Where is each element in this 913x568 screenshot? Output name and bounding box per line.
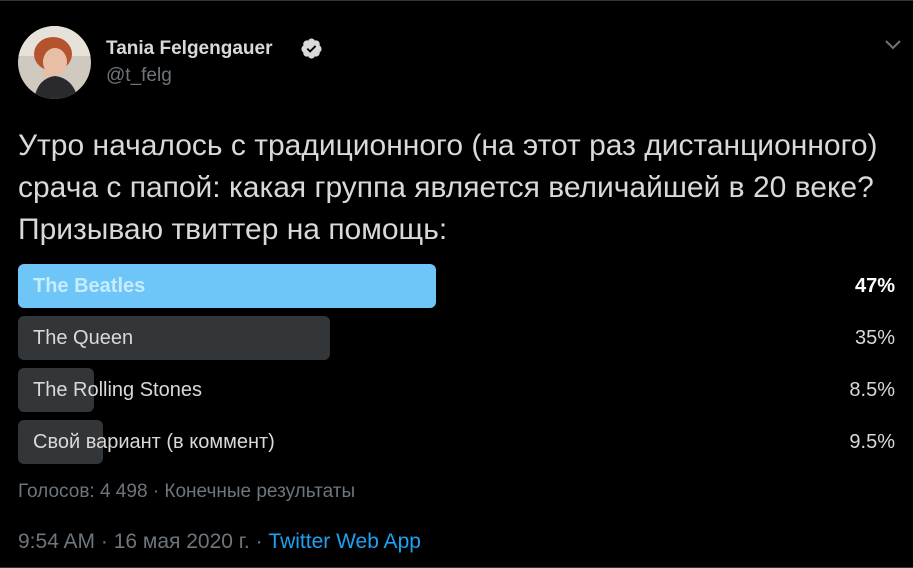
poll-option-queen: The Queen 35% [18, 316, 895, 360]
verified-badge-icon [301, 38, 322, 59]
poll-footer: Голосов: 4 498 · Конечные результаты [18, 481, 356, 502]
user-avatar-photo-icon [18, 26, 91, 99]
chevron-down-icon[interactable] [883, 37, 903, 53]
tweet-time[interactable]: 9:54 AM [18, 530, 95, 553]
tweet-source-link[interactable]: Twitter Web App [268, 530, 421, 553]
poll-option-label: The Beatles [33, 275, 146, 297]
tweet-card: Tania Felgengauer @t_felg Утро началось … [0, 0, 913, 568]
poll-option-rolling-stones: The Rolling Stones 8.5% [18, 368, 895, 412]
meta-separator: · [95, 530, 114, 553]
tweet-date[interactable]: 16 мая 2020 г. [114, 530, 250, 553]
poll-option-percent: 8.5% [849, 379, 895, 401]
poll-option-percent: 9.5% [849, 431, 895, 453]
poll-option-percent: 47% [854, 275, 895, 297]
poll-option-label: The Rolling Stones [33, 379, 202, 401]
author-name[interactable]: Tania Felgengauer [106, 38, 272, 60]
author-handle[interactable]: @t_felg [106, 65, 172, 87]
poll-option-label: The Queen [33, 327, 134, 349]
avatar[interactable] [18, 26, 91, 99]
meta-separator: · [249, 530, 269, 553]
poll-option-custom: Свой вариант (в коммент) 9.5% [18, 420, 895, 464]
poll-option-percent: 35% [854, 327, 895, 349]
poll-option-label: Свой вариант (в коммент) [33, 431, 275, 453]
tweet-meta: 9:54 AM · 16 мая 2020 г. · Twitter Web A… [18, 530, 421, 554]
tweet-text: Утро началось с традиционного (на этот р… [18, 129, 878, 246]
poll: The Beatles 47% The Queen 35% The Rollin… [18, 264, 895, 472]
poll-option-beatles: The Beatles 47% [18, 264, 895, 308]
